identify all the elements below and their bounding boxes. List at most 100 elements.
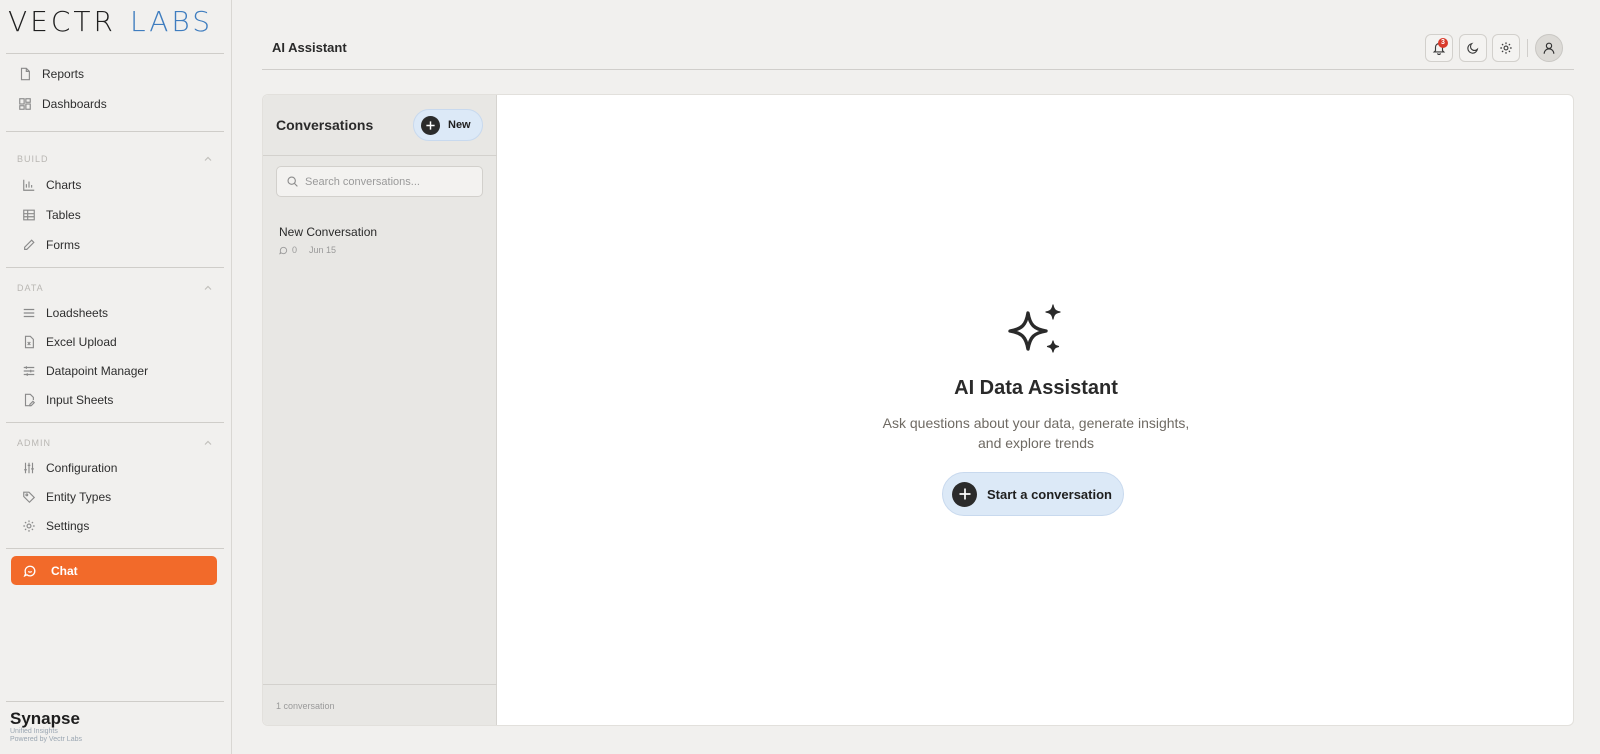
conversations-panel: Conversations New New Conversation 0 Jun… [263, 95, 497, 725]
header-divider [262, 69, 1574, 70]
conversation-date: Jun 15 [309, 245, 337, 255]
message-count: 0 [292, 245, 298, 255]
list-icon [22, 306, 36, 320]
brand-tagline: Unified Insights [10, 728, 58, 735]
sidebar-item-excel-upload[interactable]: Excel Upload [22, 330, 222, 354]
description-line: Ask questions about your data, generate … [882, 415, 1190, 431]
sidebar-divider [6, 53, 224, 54]
conversation-meta: 0 Jun 15 [279, 245, 479, 255]
moon-icon [1466, 41, 1480, 55]
notifications-button[interactable]: 3 [1425, 34, 1453, 62]
message-icon [279, 246, 288, 255]
sidebar-item-settings[interactable]: Settings [22, 514, 222, 538]
sidebar-item-label: Entity Types [46, 490, 112, 504]
start-conversation-button[interactable]: Start a conversation [942, 472, 1124, 516]
plus-circle-icon [421, 115, 440, 135]
gear-icon [22, 519, 36, 533]
sidebar-section-build[interactable]: BUILD [17, 152, 213, 166]
conversation-title: New Conversation [279, 225, 378, 239]
plus-circle-icon [952, 481, 977, 507]
sidebar-item-label: Reports [42, 67, 85, 81]
conversation-list-item[interactable]: New Conversation 0 Jun 15 [279, 225, 479, 255]
chevron-up-icon [203, 154, 213, 164]
sidebar-item-datapoint-manager[interactable]: Datapoint Manager [22, 359, 222, 383]
grid-icon [18, 97, 32, 111]
sidebar-item-configuration[interactable]: Configuration [22, 456, 222, 480]
brand-name: Synapse [10, 709, 80, 728]
user-icon [1542, 41, 1556, 55]
sidebar-item-label: Forms [46, 238, 80, 252]
vertical-sliders-icon [22, 461, 36, 475]
dark-mode-toggle[interactable] [1459, 34, 1487, 62]
sidebar-item-label: Settings [46, 519, 90, 533]
tag-icon [22, 490, 36, 504]
logo-word-labs: LABS [129, 5, 213, 38]
pencil-icon [22, 238, 36, 252]
new-conversation-button[interactable]: New [413, 109, 483, 141]
sidebar-section-data[interactable]: DATA [17, 281, 213, 295]
sidebar-item-label: Charts [46, 178, 82, 192]
empty-state-title: AI Data Assistant [954, 377, 1118, 399]
settings-button[interactable] [1492, 34, 1520, 62]
empty-state-description: Ask questions about your data, generate … [836, 413, 1236, 453]
sidebar-item-label: Chat [51, 563, 78, 578]
empty-state: AI Data Assistant Ask questions about yo… [497, 95, 1573, 725]
sidebar-item-reports[interactable]: Reports [18, 62, 218, 86]
sidebar: VECTR LABS Reports Dashboards BUILD Char… [0, 0, 232, 754]
page-title: AI Assistant [272, 40, 347, 55]
chat-icon [23, 564, 37, 578]
conversation-search[interactable] [276, 166, 483, 197]
search-icon [286, 175, 299, 188]
sidebar-item-input-sheets[interactable]: Input Sheets [22, 388, 222, 412]
sidebar-item-label: Dashboards [42, 97, 107, 111]
new-button-label: New [448, 119, 471, 131]
sidebar-item-label: Excel Upload [46, 335, 117, 349]
sidebar-item-charts[interactable]: Charts [22, 173, 222, 197]
sidebar-item-label: Input Sheets [46, 393, 114, 407]
sidebar-section-admin[interactable]: ADMIN [17, 436, 213, 450]
header-separator [1527, 39, 1528, 57]
chevron-up-icon [203, 438, 213, 448]
sliders-icon [22, 364, 36, 378]
sidebar-divider [6, 267, 224, 268]
sidebar-divider [6, 422, 224, 423]
brand-block: Synapse Unified Insights Powered by Vect… [10, 710, 82, 744]
start-button-label: Start a conversation [987, 486, 1112, 502]
vectr-labs-logo[interactable]: VECTR LABS [8, 8, 213, 36]
conversations-divider [263, 155, 497, 156]
chevron-up-icon [203, 283, 213, 293]
sidebar-divider [6, 131, 224, 132]
sidebar-item-chat[interactable]: Chat [11, 556, 217, 585]
sidebar-item-label: Configuration [46, 461, 118, 475]
search-input[interactable] [305, 175, 475, 188]
table-icon [22, 208, 36, 222]
sparkles-icon [1006, 303, 1064, 355]
conversations-title: Conversations [276, 117, 374, 133]
notification-badge: 3 [1438, 38, 1448, 48]
sidebar-item-label: Tables [46, 208, 81, 222]
sidebar-item-forms[interactable]: Forms [22, 233, 222, 257]
sidebar-divider [6, 701, 224, 702]
gear-icon [1499, 41, 1513, 55]
sidebar-item-loadsheets[interactable]: Loadsheets [22, 301, 222, 325]
spreadsheet-file-icon [22, 335, 36, 349]
file-icon [18, 67, 32, 81]
sidebar-item-label: Loadsheets [46, 306, 109, 320]
conversations-footer-divider [263, 684, 497, 685]
sidebar-item-entity-types[interactable]: Entity Types [22, 485, 222, 509]
conversation-count: 1 conversation [276, 701, 335, 711]
sidebar-item-dashboards[interactable]: Dashboards [18, 92, 218, 116]
sidebar-divider [6, 548, 224, 549]
section-title: ADMIN [17, 438, 51, 448]
file-edit-icon [22, 393, 36, 407]
logo-word-vectr: VECTR [8, 5, 116, 38]
sidebar-item-tables[interactable]: Tables [22, 203, 222, 227]
user-avatar-button[interactable] [1535, 34, 1563, 62]
bar-chart-icon [22, 178, 36, 192]
chat-card: Conversations New New Conversation 0 Jun… [262, 94, 1574, 726]
sidebar-item-label: Datapoint Manager [46, 364, 149, 378]
section-title: BUILD [17, 154, 49, 164]
description-line: and explore trends [978, 435, 1094, 451]
section-title: DATA [17, 283, 44, 293]
brand-powered-by: Powered by Vectr Labs [10, 736, 82, 743]
